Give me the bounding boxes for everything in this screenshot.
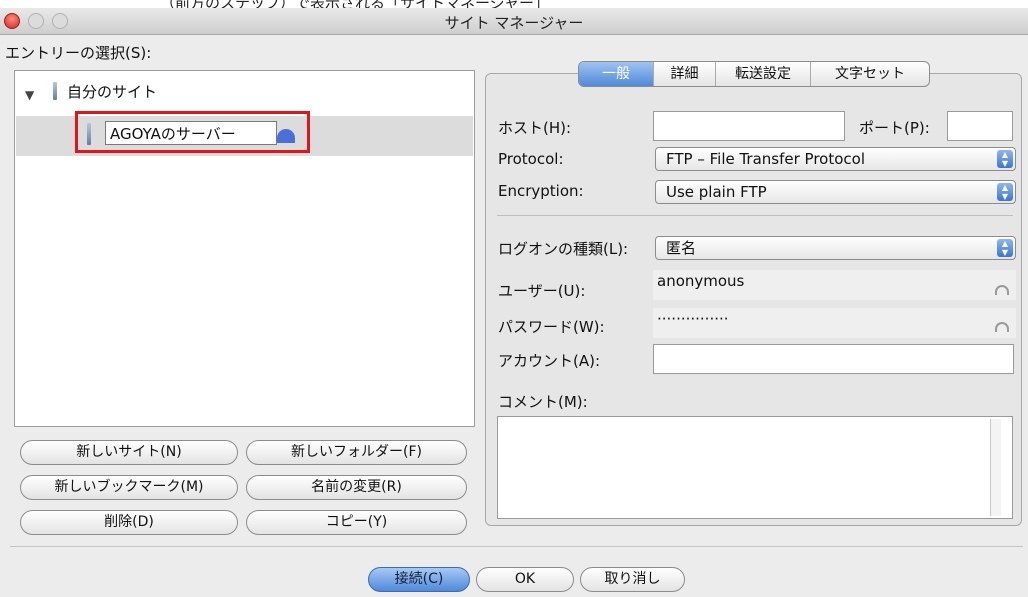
cancel-button[interactable]: 取り消し (580, 567, 685, 592)
tab-general[interactable]: 一般 (579, 62, 654, 86)
account-label: アカウント(A): (498, 352, 601, 370)
encryption-label: Encryption: (498, 182, 584, 200)
site-tree[interactable]: ▼ 自分のサイト AGOYAのサーバー (14, 70, 475, 427)
protocol-select[interactable]: FTP – File Transfer Protocol ▲ ▼ (655, 147, 1016, 171)
select-arrows-icon: ▲ ▼ (997, 183, 1013, 201)
protocol-label: Protocol: (498, 150, 564, 168)
user-input[interactable]: anonymous (653, 270, 1016, 300)
protocol-value: FTP – File Transfer Protocol (666, 150, 866, 168)
copy-button[interactable]: コピー(Y) (246, 510, 467, 535)
new-folder-button[interactable]: 新しいフォルダー(F) (246, 440, 467, 465)
tab-bar: 一般 詳細 転送設定 文字セット (578, 61, 930, 87)
encryption-select[interactable]: Use plain FTP ▲ ▼ (655, 180, 1016, 204)
account-input[interactable] (653, 344, 1014, 374)
select-arrows-icon: ▲ ▼ (997, 239, 1013, 257)
encryption-value: Use plain FTP (666, 183, 767, 201)
tab-charset[interactable]: 文字セット (811, 62, 929, 86)
logon-type-value: 匿名 (666, 239, 697, 257)
comment-scrollbar[interactable] (990, 419, 1001, 516)
connect-button[interactable]: 接続(C) (368, 567, 470, 592)
port-input[interactable] (947, 111, 1013, 141)
user-label: ユーザー(U): (498, 282, 586, 300)
select-arrows-icon: ▲ ▼ (997, 150, 1013, 168)
key-icon[interactable] (995, 322, 1009, 332)
comment-label: コメント(M): (498, 393, 588, 411)
title-bar: サイト マネージャー (0, 8, 1028, 35)
delete-button[interactable]: 削除(D) (20, 510, 238, 535)
password-input[interactable]: ··············· (653, 308, 1016, 338)
host-label: ホスト(H): (498, 119, 572, 137)
port-label: ポート(P): (859, 119, 930, 137)
tab-advanced[interactable]: 詳細 (654, 62, 716, 86)
password-label: パスワード(W): (498, 318, 605, 336)
footer-divider (10, 546, 1023, 547)
disclosure-triangle-icon[interactable]: ▼ (25, 88, 34, 102)
logon-type-label: ログオンの種類(L): (498, 240, 629, 258)
comment-textarea[interactable] (497, 416, 1013, 519)
tree-root-label[interactable]: 自分のサイト (67, 81, 157, 102)
tab-transfer-settings[interactable]: 転送設定 (716, 62, 811, 86)
user-value: anonymous (657, 272, 745, 290)
entry-select-label: エントリーの選択(S): (5, 44, 152, 62)
key-icon[interactable] (995, 285, 1009, 295)
window-title: サイト マネージャー (444, 14, 584, 32)
host-input[interactable] (653, 111, 845, 141)
ok-button[interactable]: OK (476, 567, 574, 592)
rename-button[interactable]: 名前の変更(R) (246, 475, 467, 500)
new-site-button[interactable]: 新しいサイト(N) (20, 440, 238, 465)
password-value: ··············· (657, 310, 729, 328)
site-folder-icon (53, 82, 57, 100)
logon-type-select[interactable]: 匿名 ▲ ▼ (655, 236, 1016, 260)
highlight-box (75, 111, 310, 153)
new-bookmark-button[interactable]: 新しいブックマーク(M) (20, 475, 238, 500)
divider (497, 215, 1013, 216)
